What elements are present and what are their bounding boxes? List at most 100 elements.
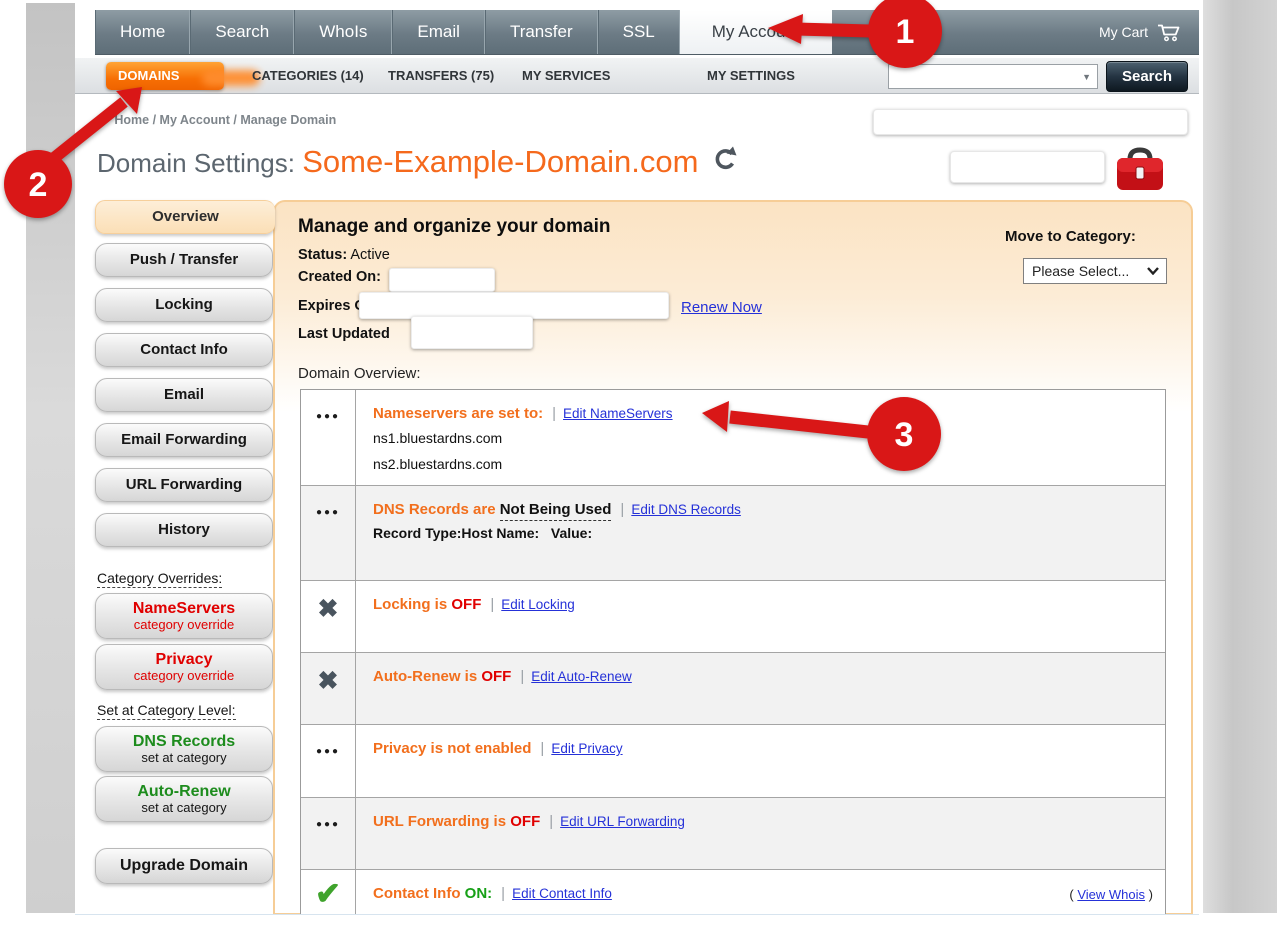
breadcrumb: ⌂ Home / My Account / Manage Domain [97,112,336,127]
breadcrumb-separator: / [153,113,160,127]
breadcrumb-home[interactable]: Home [114,113,149,127]
category-title: DNS Records [96,732,272,751]
row-status-dashed: Not Being Used [500,501,612,521]
category-subtitle: set at category [96,801,272,815]
edit-auto-renew-link[interactable]: Edit Auto-Renew [531,669,632,684]
sidebar-item-locking[interactable]: Locking [95,288,273,322]
renew-now-link[interactable]: Renew Now [681,299,762,316]
category-overrides-label: Category Overrides: [97,570,222,586]
sidebar-item-email-forwarding[interactable]: Email Forwarding [95,423,273,457]
table-row-nameservers: ●●● Nameservers are set to:|Edit NameSer… [301,390,1165,486]
sidebar-item-auto-renew-category[interactable]: Auto-Renew set at category [95,776,273,822]
edit-privacy-link[interactable]: Edit Privacy [551,741,622,756]
page-title: Domain Settings: Some-Example-Domain.com [97,144,737,180]
category-select[interactable]: Please Select... [1023,258,1167,284]
domain-search-input[interactable] [893,66,1073,87]
row-title: URL Forwarding is [373,813,510,830]
redacted-expiry-date [359,292,669,319]
window-right-margin [1203,0,1277,913]
toolbox-icon[interactable] [1115,143,1165,197]
edit-nameservers-link[interactable]: Edit NameServers [563,406,673,421]
row-title: Contact Info [373,885,465,902]
search-button[interactable]: Search [1106,61,1188,92]
x-icon: ✖ [301,581,355,624]
view-whois-wrap: ( View Whois ) [1069,887,1153,902]
category-title: Auto-Renew [96,782,272,801]
panel-heading: Manage and organize your domain [298,216,611,238]
home-icon: ⌂ [97,112,105,127]
nav-tab-email[interactable]: Email [392,10,485,54]
subnav-tab-transfers[interactable]: TRANSFERS (75) [388,58,494,94]
upgrade-domain-button[interactable]: Upgrade Domain [95,848,273,884]
sidebar-item-privacy-override[interactable]: Privacy category override [95,644,273,690]
redacted-box [873,109,1188,135]
table-row-auto-renew: ✖ Auto-Renew is OFF|Edit Auto-Renew [301,653,1165,725]
sidebar-item-history[interactable]: History [95,513,273,547]
row-status-off: OFF [481,668,511,685]
table-row-locking: ✖ Locking is OFF|Edit Locking [301,581,1165,653]
sidebar-item-overview[interactable]: Overview [95,200,275,234]
override-title: NameServers [96,599,272,618]
table-row-dns-records: ●●● DNS Records are Not Being Used|Edit … [301,486,1165,581]
status-line: Status: Active [298,247,390,263]
dots-icon: ●●● [301,798,355,830]
move-to-category-label: Move to Category: [1005,228,1136,245]
row-title: Auto-Renew is [373,668,481,685]
subnav-tab-domains[interactable]: DOMAINS [106,62,224,90]
my-cart-button[interactable]: My Cart [1099,10,1199,54]
last-updated-line: Last Updated [298,326,390,342]
redacted-created-date [389,268,495,292]
domain-overview-label: Domain Overview: [298,365,421,382]
edit-locking-link[interactable]: Edit Locking [501,597,575,612]
breadcrumb-my-account[interactable]: My Account [160,113,230,127]
category-select-value: Please Select... [1032,263,1129,279]
domain-settings-panel: Manage and organize your domain Status: … [273,200,1193,915]
edit-dns-records-link[interactable]: Edit DNS Records [631,502,741,517]
refresh-icon[interactable] [713,146,737,172]
category-subtitle: set at category [96,751,272,765]
nav-tab-home[interactable]: Home [95,10,190,54]
nameserver-value: ns1.bluestardns.com [373,428,1151,448]
page-title-domain: Some-Example-Domain.com [302,144,698,179]
nav-tab-my-account[interactable]: My Account [680,10,832,54]
subnav-tab-my-services[interactable]: MY SERVICES [522,58,610,94]
row-title: DNS Records are [373,501,500,518]
window-left-margin [26,3,75,913]
nav-tab-ssl[interactable]: SSL [598,10,680,54]
row-status-off: OFF [510,813,540,830]
table-row-url-forwarding: ●●● URL Forwarding is OFF|Edit URL Forwa… [301,798,1165,870]
x-icon: ✖ [301,653,355,696]
nav-tab-whois[interactable]: WhoIs [294,10,392,54]
sidebar-item-contact-info[interactable]: Contact Info [95,333,273,367]
row-title: Nameservers are set to: [373,405,543,422]
nav-tab-search[interactable]: Search [190,10,294,54]
sidebar-item-dns-records-category[interactable]: DNS Records set at category [95,726,273,772]
account-sub-navigation: DOMAINS CATEGORIES (14) TRANSFERS (75) M… [75,57,1199,94]
subnav-tab-categories[interactable]: CATEGORIES (14) [252,58,364,94]
combobox-dropdown-icon[interactable]: ▼ [1082,72,1091,82]
dots-icon: ●●● [301,725,355,757]
sidebar-item-url-forwarding[interactable]: URL Forwarding [95,468,273,502]
created-on-line: Created On: [298,269,381,285]
nav-tab-transfer[interactable]: Transfer [485,10,598,54]
row-status-on: ON: [465,885,493,902]
edit-contact-info-link[interactable]: Edit Contact Info [512,886,612,901]
domain-search-combobox[interactable]: ▼ [888,64,1098,89]
cart-icon [1157,23,1181,42]
chevron-down-icon [1147,267,1159,275]
override-subtitle: category override [96,618,272,632]
set-at-category-label: Set at Category Level: [97,702,236,718]
row-title: Privacy is not enabled [373,740,531,757]
sidebar-item-nameservers-override[interactable]: NameServers category override [95,593,273,639]
table-row-privacy: ●●● Privacy is not enabled|Edit Privacy [301,725,1165,798]
view-whois-link[interactable]: View Whois [1077,887,1145,902]
dns-record-headers: Record Type:Host Name: Value: [373,525,1151,541]
edit-url-forwarding-link[interactable]: Edit URL Forwarding [560,814,685,829]
subnav-tab-my-settings[interactable]: MY SETTINGS [707,58,795,94]
redacted-updated-date [411,316,533,349]
domains-tab-label: DOMAINS [118,68,179,83]
sidebar-item-push-transfer[interactable]: Push / Transfer [95,243,273,277]
override-subtitle: category override [96,669,272,683]
table-row-contact-info: ✔ Contact Info ON:|Edit Contact Info ( V… [301,870,1165,915]
sidebar-item-email[interactable]: Email [95,378,273,412]
